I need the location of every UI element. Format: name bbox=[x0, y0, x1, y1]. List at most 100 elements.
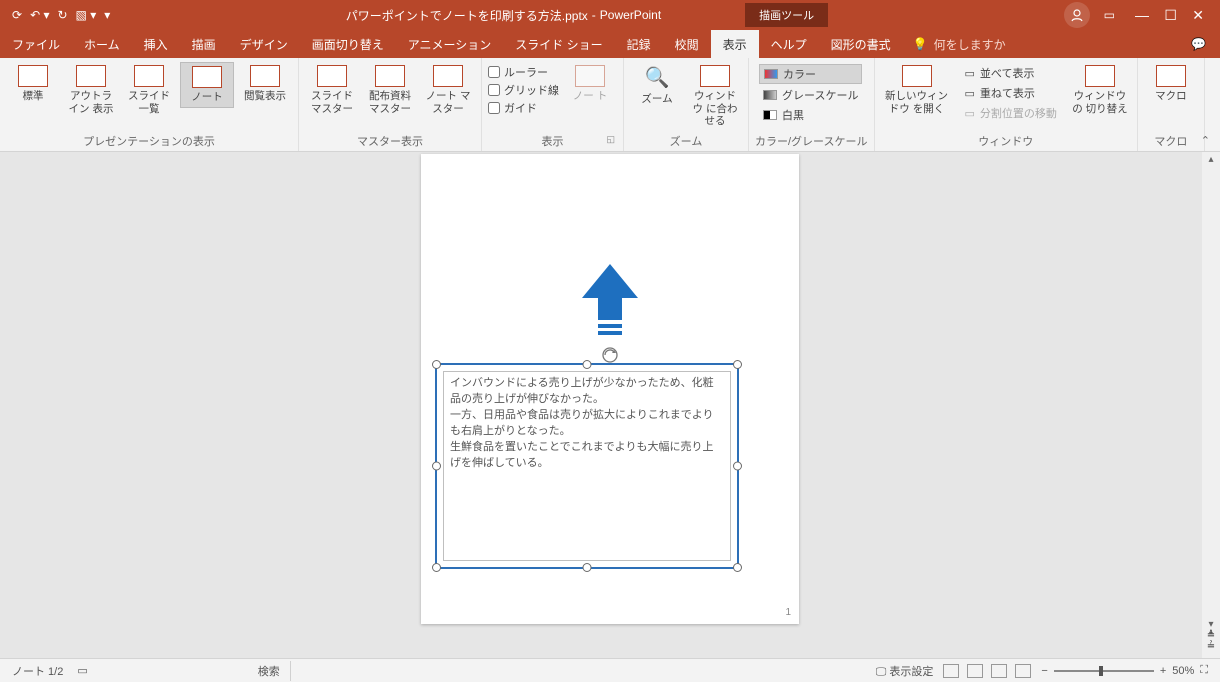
tab-draw[interactable]: 描画 bbox=[180, 30, 228, 59]
resize-handle-l[interactable] bbox=[432, 462, 441, 471]
zoom-button[interactable]: 🔍ズーム bbox=[630, 62, 684, 109]
group-label: ズーム bbox=[630, 132, 742, 149]
resize-handle-t[interactable] bbox=[583, 360, 592, 369]
notes-page-button[interactable]: ノート bbox=[180, 62, 234, 108]
zoom-slider[interactable] bbox=[1054, 670, 1154, 672]
handout-master-button[interactable]: 配布資料 マスター bbox=[363, 62, 417, 118]
resize-handle-r[interactable] bbox=[733, 462, 742, 471]
new-window-button[interactable]: 新しいウィンドウ を開く bbox=[881, 62, 953, 118]
move-split-button: ▭分割位置の移動 bbox=[961, 104, 1061, 122]
reading-view-icon[interactable] bbox=[991, 664, 1007, 678]
gridlines-checkbox[interactable]: グリッド線 bbox=[488, 82, 559, 98]
group-zoom: 🔍ズーム ウィンドウ に合わせる ズーム bbox=[624, 58, 749, 151]
display-settings-button[interactable]: 🖵 表示設定 bbox=[876, 663, 934, 679]
tab-review[interactable]: 校閲 bbox=[663, 30, 711, 59]
notes-text[interactable]: インバウンドによる売り上げが少なかったため、化粧品の売り上げが伸びなかった。 一… bbox=[443, 371, 731, 561]
fit-to-window-button[interactable]: ウィンドウ に合わせる bbox=[688, 62, 742, 131]
search-button[interactable]: 検索 bbox=[248, 661, 291, 681]
tab-help[interactable]: ヘルプ bbox=[759, 30, 819, 59]
color-button[interactable]: カラー bbox=[759, 64, 862, 84]
black-white-button[interactable]: 白黒 bbox=[759, 106, 862, 124]
minimize-icon[interactable]: — bbox=[1129, 7, 1155, 23]
menu-bar: ファイル ホーム 挿入 描画 デザイン 画面切り替え アニメーション スライド … bbox=[0, 30, 1220, 58]
vertical-scrollbar[interactable]: ▴ ▾ ≜ ≟ bbox=[1202, 152, 1220, 658]
lightbulb-icon: 💡 bbox=[913, 37, 928, 51]
maximize-icon[interactable]: ☐ bbox=[1158, 7, 1183, 23]
tab-transitions[interactable]: 画面切り替え bbox=[300, 30, 396, 59]
cascade-button[interactable]: ▭重ねて表示 bbox=[961, 84, 1061, 102]
macros-button[interactable]: マクロ bbox=[1144, 62, 1198, 106]
contextual-tool-tab: 描画ツール bbox=[745, 3, 828, 27]
zoom-in-button[interactable]: + bbox=[1160, 665, 1166, 677]
tab-slideshow[interactable]: スライド ショー bbox=[503, 30, 614, 59]
scroll-up-icon[interactable]: ▴ bbox=[1208, 154, 1213, 165]
tab-file[interactable]: ファイル bbox=[0, 30, 72, 59]
resize-handle-b[interactable] bbox=[583, 563, 592, 572]
autosave-icon[interactable]: ⟳ bbox=[12, 8, 22, 22]
normal-view-icon[interactable] bbox=[943, 664, 959, 678]
resize-handle-tr[interactable] bbox=[733, 360, 742, 369]
tab-view[interactable]: 表示 bbox=[711, 30, 759, 59]
window-controls: — ☐ ✕ bbox=[1129, 7, 1210, 24]
group-label: マクロ bbox=[1144, 132, 1198, 149]
group-label: 表示◱ bbox=[488, 132, 617, 149]
title-right: ▭ — ☐ ✕ bbox=[1064, 2, 1220, 28]
quick-access-toolbar: ⟳ ↶ ▾ ↻ ▧ ▾ ▾ bbox=[0, 8, 110, 22]
zoom-out-button[interactable]: − bbox=[1041, 665, 1047, 677]
group-label: プレゼンテーションの表示 bbox=[6, 132, 292, 149]
dialog-launcher-icon[interactable]: ◱ bbox=[606, 134, 615, 145]
view-buttons bbox=[943, 664, 1031, 678]
ribbon-display-icon[interactable]: ▭ bbox=[1104, 8, 1115, 22]
resize-handle-bl[interactable] bbox=[432, 563, 441, 572]
cascade-icon: ▭ bbox=[965, 87, 975, 100]
page-number: 1 bbox=[785, 607, 791, 618]
notes-textbox[interactable]: インバウンドによる売り上げが少なかったため、化粧品の売り上げが伸びなかった。 一… bbox=[435, 363, 739, 569]
group-label: マスター表示 bbox=[305, 132, 475, 149]
start-from-beginning-icon[interactable]: ▧ ▾ bbox=[76, 8, 97, 22]
grayscale-button[interactable]: グレースケール bbox=[759, 86, 862, 104]
magnifier-icon: 🔍 bbox=[645, 65, 670, 90]
slideshow-view-icon[interactable] bbox=[1015, 664, 1031, 678]
tab-animations[interactable]: アニメーション bbox=[396, 30, 504, 59]
normal-view-button[interactable]: 標準 bbox=[6, 62, 60, 106]
slide-master-button[interactable]: スライド マスター bbox=[305, 62, 359, 118]
up-arrow-shape[interactable] bbox=[580, 264, 640, 340]
tab-insert[interactable]: 挿入 bbox=[132, 30, 180, 59]
next-slide-icon[interactable]: ≟ bbox=[1207, 641, 1215, 652]
tab-shape-format[interactable]: 図形の書式 bbox=[819, 30, 903, 59]
resize-handle-tl[interactable] bbox=[432, 360, 441, 369]
guides-checkbox[interactable]: ガイド bbox=[488, 100, 559, 116]
spellcheck-icon[interactable]: ▭ bbox=[77, 664, 87, 677]
reading-view-button[interactable]: 閲覧表示 bbox=[238, 62, 292, 106]
outline-view-button[interactable]: アウトライン 表示 bbox=[64, 62, 118, 118]
tell-me[interactable]: 💡 何をしますか bbox=[913, 36, 1006, 53]
notes-page[interactable]: インバウンドによる売り上げが少なかったため、化粧品の売り上げが伸びなかった。 一… bbox=[421, 154, 799, 624]
tab-design[interactable]: デザイン bbox=[228, 30, 300, 59]
zoom-percent[interactable]: 50% bbox=[1172, 665, 1194, 677]
undo-icon[interactable]: ↶ ▾ bbox=[30, 8, 49, 22]
collapse-ribbon-icon[interactable]: ⌃ bbox=[1201, 134, 1210, 147]
prev-slide-icon[interactable]: ≜ bbox=[1207, 630, 1215, 641]
arrange-icon: ▭ bbox=[965, 67, 975, 80]
filename: パワーポイントでノートを印刷する方法.pptx bbox=[346, 7, 588, 24]
ruler-checkbox[interactable]: ルーラー bbox=[488, 64, 559, 80]
workspace: インバウンドによる売り上げが少なかったため、化粧品の売り上げが伸びなかった。 一… bbox=[0, 152, 1220, 658]
sorter-view-icon[interactable] bbox=[967, 664, 983, 678]
scroll-down-icon[interactable]: ▾ bbox=[1208, 619, 1213, 630]
tab-record[interactable]: 記録 bbox=[615, 30, 663, 59]
share-icon[interactable]: 💬 bbox=[1191, 37, 1220, 51]
window-title: パワーポイントでノートを印刷する方法.pptx - PowerPoint 描画ツ… bbox=[110, 3, 1063, 27]
notes-master-button[interactable]: ノート マスター bbox=[421, 62, 475, 118]
notes-button: ノー ト bbox=[563, 62, 617, 106]
switch-windows-button[interactable]: ウィンドウの 切り替え bbox=[1069, 62, 1131, 118]
group-presentation-views: 標準 アウトライン 表示 スライド 一覧 ノート 閲覧表示 プレゼンテーションの… bbox=[0, 58, 299, 151]
arrange-all-button[interactable]: ▭並べて表示 bbox=[961, 64, 1061, 82]
fit-icon[interactable]: ⛶ bbox=[1200, 664, 1208, 677]
redo-icon[interactable]: ↻ bbox=[57, 8, 67, 22]
resize-handle-br[interactable] bbox=[733, 563, 742, 572]
close-icon[interactable]: ✕ bbox=[1186, 7, 1210, 23]
account-icon[interactable] bbox=[1064, 2, 1090, 28]
notes-indicator[interactable]: ノート 1/2 bbox=[12, 663, 63, 679]
slide-sorter-button[interactable]: スライド 一覧 bbox=[122, 62, 176, 118]
tab-home[interactable]: ホーム bbox=[72, 30, 132, 59]
